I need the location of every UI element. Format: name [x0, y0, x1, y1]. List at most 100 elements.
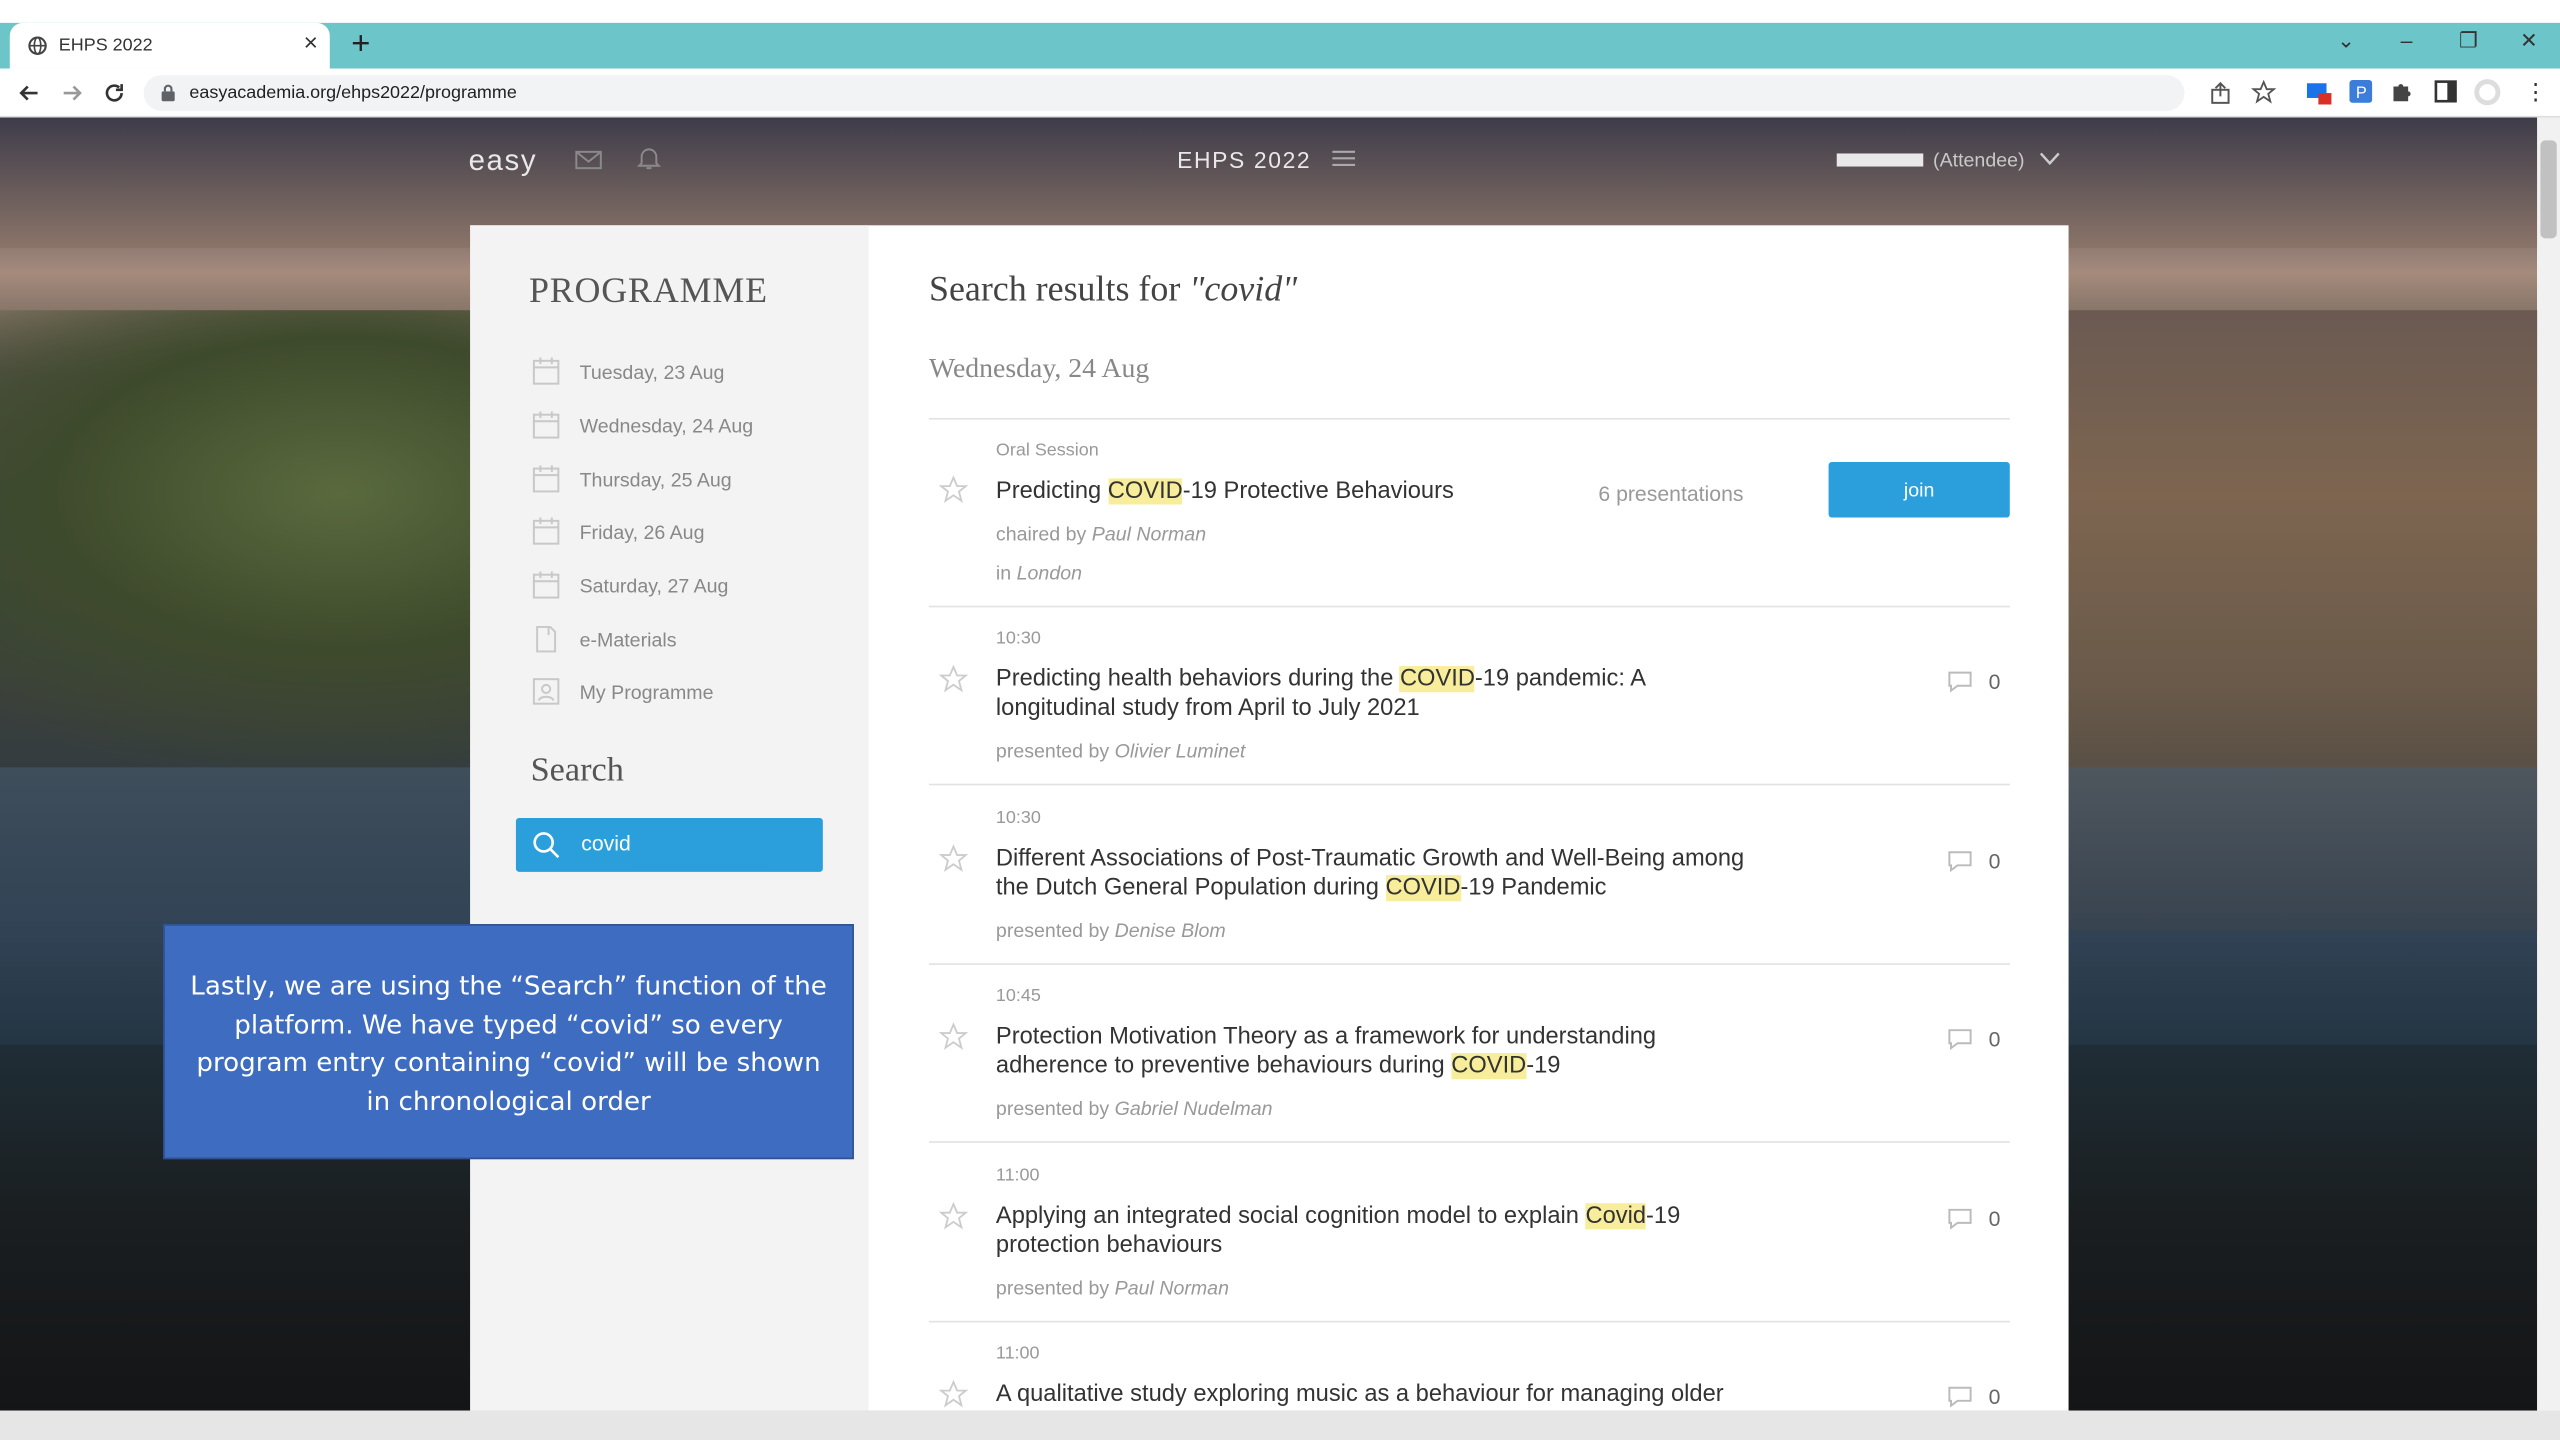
sidebar-item[interactable]: Tuesday, 23 Aug: [532, 357, 724, 386]
session-type: Oral Session: [995, 440, 1099, 461]
room-name[interactable]: London: [1017, 562, 1082, 585]
profile-avatar[interactable]: [2473, 78, 2501, 106]
session-title-before: Predicting: [995, 478, 1108, 505]
minimize-button[interactable]: –: [2382, 28, 2431, 52]
comments-counter[interactable]: 0: [1946, 669, 2001, 694]
side-panel-icon[interactable]: [2434, 80, 2457, 103]
star-icon[interactable]: [938, 844, 969, 873]
menu-icon[interactable]: [1332, 149, 1356, 169]
back-icon[interactable]: [16, 80, 42, 106]
comment-count: 0: [1988, 1384, 2001, 1409]
scrollbar-thumb[interactable]: [2540, 140, 2557, 239]
comments-counter[interactable]: 0: [1946, 849, 2000, 873]
join-button[interactable]: join: [1828, 462, 2010, 518]
user-name-redacted[interactable]: [1836, 153, 1924, 167]
title-before: Different Associations of Post-Traumatic…: [995, 845, 1745, 902]
browser-menu-icon[interactable]: ⋮: [2524, 78, 2547, 106]
sidebar-item-label: e-Materials: [579, 627, 677, 651]
sidebar-item[interactable]: Thursday, 25 Aug: [532, 465, 732, 493]
presentation-time: 10:30: [995, 808, 1041, 828]
presenter: presented by Denise Blom: [996, 919, 1226, 942]
app-logo[interactable]: easy: [469, 144, 538, 178]
comment-icon: [1946, 1207, 1974, 1231]
sidebar-item-label: My Programme: [579, 679, 714, 703]
presenter-name[interactable]: Paul Norman: [1115, 1277, 1229, 1300]
sidebar-item[interactable]: Wednesday, 24 Aug: [532, 411, 753, 439]
comment-icon: [1946, 1027, 1974, 1051]
tab-title: EHPS 2022: [58, 35, 153, 56]
comment-icon: [1946, 849, 1974, 873]
browser-tab[interactable]: EHPS 2022 ×: [9, 22, 330, 69]
calendar-icon: [532, 411, 560, 439]
title-before: Predicting health behaviors during the: [995, 666, 1400, 693]
person-icon: [532, 678, 560, 706]
room-prefix: in: [995, 561, 1017, 585]
results-heading-query: "covid": [1189, 267, 1298, 309]
results-heading: Search results for "covid": [929, 268, 1297, 310]
mail-icon[interactable]: [575, 147, 603, 171]
reload-icon[interactable]: [101, 80, 127, 106]
sidebar-item[interactable]: Saturday, 27 Aug: [532, 571, 728, 599]
extension-icon[interactable]: [2305, 80, 2334, 106]
tab-search-button[interactable]: ⌄: [2322, 28, 2371, 54]
user-role[interactable]: (Attendee): [1933, 149, 2025, 172]
presentation-title[interactable]: Predicting health behaviors during the C…: [996, 664, 1747, 723]
divider: [928, 1141, 2010, 1143]
close-window-button[interactable]: ✕: [2504, 28, 2553, 54]
comments-counter[interactable]: 0: [1946, 1384, 2001, 1409]
title-before: A qualitative study exploring music as a…: [995, 1381, 1724, 1408]
search-input[interactable]: [581, 831, 810, 856]
url-text[interactable]: easyacademia.org/ehps2022/programme: [189, 83, 516, 103]
comments-counter[interactable]: 0: [1946, 1027, 2000, 1051]
presenter: presented by Gabriel Nudelman: [996, 1097, 1273, 1120]
puzzle-icon[interactable]: [2390, 80, 2413, 103]
presenter-name[interactable]: Gabriel Nudelman: [1115, 1097, 1273, 1120]
search-box[interactable]: [515, 817, 823, 872]
presenter-name[interactable]: Olivier Luminet: [1115, 740, 1246, 763]
presented-prefix: presented by: [995, 1276, 1115, 1300]
presentation-title[interactable]: Protection Motivation Theory as a framew…: [996, 1022, 1747, 1081]
presentation-title[interactable]: Different Associations of Post-Traumatic…: [996, 844, 1747, 903]
bell-icon[interactable]: [636, 145, 662, 171]
search-highlight: COVID: [1399, 666, 1475, 693]
search-highlight: COVID: [1385, 875, 1461, 902]
sidebar-item[interactable]: Friday, 26 Aug: [532, 517, 704, 546]
tab-close-button[interactable]: ×: [304, 29, 318, 57]
bottom-edge: [0, 1410, 2560, 1440]
divider: [928, 783, 2010, 786]
extension-p-icon[interactable]: P: [2349, 79, 2373, 103]
comments-counter[interactable]: 0: [1946, 1207, 2000, 1231]
sidebar-item[interactable]: e-Materials: [532, 625, 677, 653]
chair-name[interactable]: Paul Norman: [1092, 522, 1206, 545]
results-heading-prefix: Search results for: [928, 267, 1190, 309]
chevron-down-icon[interactable]: [2039, 152, 2060, 167]
presenter-name[interactable]: Denise Blom: [1115, 919, 1226, 942]
search-icon: [532, 831, 560, 859]
tutorial-callout: Lastly, we are using the “Search” functi…: [163, 924, 854, 1160]
search-highlight: Covid: [1585, 1203, 1647, 1230]
conference-title[interactable]: EHPS 2022: [1177, 147, 1311, 173]
share-icon[interactable]: [2209, 81, 2232, 105]
star-icon[interactable]: [938, 1022, 969, 1051]
comment-icon: [1946, 1384, 1974, 1408]
sidebar-item-label: Thursday, 25 Aug: [579, 467, 732, 491]
sidebar-item[interactable]: My Programme: [532, 678, 713, 706]
sidebar-item-label: Saturday, 27 Aug: [579, 573, 729, 597]
presentation-title[interactable]: Applying an integrated social cognition …: [996, 1202, 1747, 1261]
results-day-heading: Wednesday, 24 Aug: [928, 352, 1150, 384]
star-icon[interactable]: [938, 1379, 969, 1409]
new-tab-button[interactable]: +: [344, 26, 377, 64]
comment-count: 0: [1988, 1026, 2001, 1052]
star-icon[interactable]: [938, 664, 969, 693]
lock-icon[interactable]: [160, 83, 176, 103]
bookmark-star-icon[interactable]: [2251, 79, 2276, 104]
presentation-title[interactable]: A qualitative study exploring music as a…: [996, 1380, 1747, 1409]
star-icon[interactable]: [938, 475, 969, 504]
svg-text:P: P: [2356, 84, 2367, 102]
star-icon[interactable]: [938, 1201, 969, 1231]
comment-count: 0: [1988, 669, 2001, 694]
restore-button[interactable]: ❐: [2444, 28, 2493, 54]
divider: [928, 605, 2010, 608]
forward-icon[interactable]: [59, 80, 85, 106]
page-scrollbar[interactable]: [2537, 117, 2560, 1411]
